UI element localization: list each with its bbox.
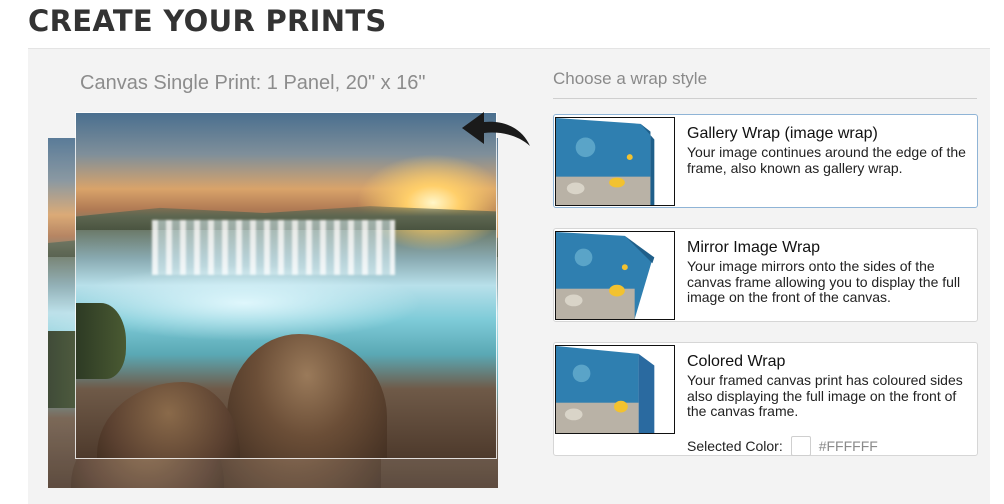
wrap-option-mirror[interactable]: Mirror Image Wrap Your image mirrors ont… [553,228,978,322]
option-description: Your image continues around the edge of … [687,144,966,176]
selected-color-row: Selected Color: #FFFFFF [687,436,878,456]
wrap-option-gallery[interactable]: Gallery Wrap (image wrap) Your image con… [553,114,978,208]
wrap-option-colored[interactable]: Colored Wrap Your framed canvas print ha… [553,342,978,456]
curved-back-arrow-icon[interactable] [460,106,534,154]
option-description: Your framed canvas print has coloured si… [687,372,963,419]
selected-color-value: #FFFFFF [818,438,878,454]
option-description: Your image mirrors onto the sides of the… [687,258,961,305]
canvas-preview [48,108,538,488]
preview-image-front [75,112,497,459]
page-title: CREATE YOUR PRINTS [28,4,387,38]
color-swatch[interactable] [790,436,811,456]
colored-wrap-thumbnail [555,345,675,434]
wrap-style-heading: Choose a wrap style [553,69,708,88]
mirror-wrap-thumbnail [555,231,675,320]
option-title: Mirror Image Wrap [687,239,821,256]
divider [553,98,977,99]
preview-title: Canvas Single Print: 1 Panel, 20" x 16" [80,72,426,94]
selected-color-label: Selected Color: [687,438,783,454]
option-title: Colored Wrap [687,353,786,370]
gallery-wrap-thumbnail [555,117,675,206]
option-title: Gallery Wrap (image wrap) [687,125,878,142]
